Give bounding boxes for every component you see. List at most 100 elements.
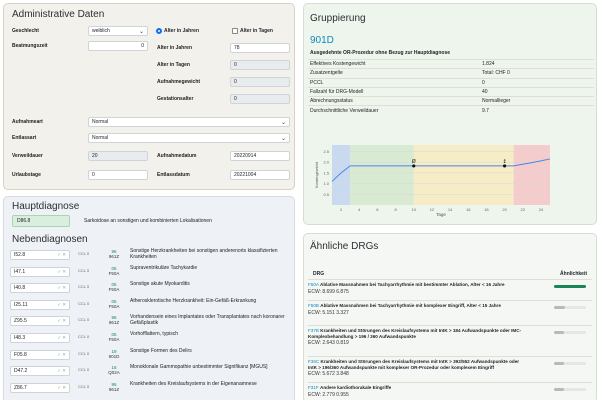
urlaubstage-value: 0: [92, 172, 95, 178]
similar-drg-row[interactable]: F37B Krankheiten und Störungen des Kreis…: [308, 325, 592, 346]
similar-drg-code[interactable]: F50B: [308, 303, 319, 308]
mdc-drg-icon: 05 F50A: [106, 266, 122, 276]
drg-description: Ausgedehnte OR-Prozedur ohne Bezug zur H…: [310, 50, 451, 56]
check-remove-icon[interactable]: ✓ ✕: [57, 385, 66, 391]
beatmung-input[interactable]: 0: [88, 41, 148, 51]
mdc-drg-icon: 05 F50A: [106, 332, 122, 342]
nebendiagnose-text: Monoklonale Gammopathie unbestimmter Sig…: [130, 364, 268, 371]
nebendiagnose-code-input[interactable]: Z95.5 ✓ ✕: [10, 316, 70, 327]
check-remove-icon[interactable]: ✓ ✕: [57, 352, 66, 358]
nebendiagnose-code-input[interactable]: I25.11 ✓ ✕: [10, 299, 70, 310]
alter-tage-checkbox[interactable]: Alter in Tagen: [232, 28, 273, 34]
beatmung-value: 0: [141, 43, 144, 49]
check-remove-icon[interactable]: ✓ ✕: [57, 252, 66, 258]
nebendiagnose-text: Supraventrikuläre Tachykardie: [130, 264, 198, 271]
aufnahmegewicht-input[interactable]: 0: [230, 77, 290, 87]
chart-zone: [413, 145, 514, 205]
nebendiagnose-code-input[interactable]: I48.3 ✓ ✕: [10, 333, 70, 343]
x-tick-label: 2: [340, 207, 343, 212]
similar-drg-code[interactable]: F37B: [308, 328, 319, 333]
similar-drg-row[interactable]: F50B Ablative Massnahmen bei Tachyarrhyt…: [308, 300, 592, 316]
x-tick-label: 10: [412, 207, 417, 212]
verweildauer-value: 20: [92, 153, 98, 159]
nebendiagnose-code-input[interactable]: D47.2 ✓ ✕: [10, 366, 70, 377]
nebendiagnose-code-input[interactable]: I40.8 ✓ ✕: [10, 283, 70, 294]
similar-drg-line: F36C Krankheiten und Störungen des Kreis…: [308, 359, 526, 370]
nebendiagnose-text: Atherosklerotische Herzkrankheit: Ein-Ge…: [130, 297, 257, 304]
grouping-row: Abrechnungsstatus Normallieger: [308, 96, 594, 106]
verweildauer-input[interactable]: 20: [88, 151, 148, 161]
mdc-drg-icon: 96 961Z: [106, 382, 122, 392]
similar-drg-desc: Andere kardiothorakale Eingriffe: [320, 385, 392, 390]
ccl-badge: CCL 0: [78, 367, 90, 373]
similar-drg-row[interactable]: F50A Ablative Massnahmen bei Tachyarrhyt…: [308, 279, 592, 295]
x-tick-label: 14: [448, 207, 453, 212]
grouping-row-value: Total: CHF 0: [480, 68, 594, 79]
similarity-bar-fill: [554, 362, 564, 365]
nebendiagnose-code-input[interactable]: Z86.7 ✓ ✕: [10, 382, 70, 393]
checkbox-icon: [232, 28, 238, 34]
similarity-bar: [554, 331, 586, 334]
urlaubstage-input[interactable]: 0: [88, 170, 148, 180]
nebendiagnose-code: I48.3: [14, 335, 26, 341]
alter-jahre-radio[interactable]: Alter in Jahren: [156, 28, 199, 34]
grouping-row: Durchschnittliche Verweildauer 9.7: [308, 105, 594, 116]
aufnahmedatum-input[interactable]: 20220914: [230, 151, 290, 161]
alter-in-tagen-input[interactable]: 0: [230, 60, 290, 70]
hauptdiagnose-code: D86.8: [17, 218, 31, 224]
alter-in-tagen-value: 0: [234, 62, 237, 68]
entlassdatum-input[interactable]: 20221004: [230, 170, 290, 180]
grouping-row-key: PCCL: [308, 77, 480, 88]
similar-drg-row[interactable]: F36C Krankheiten und Störungen des Kreis…: [308, 356, 592, 377]
similarity-bar: [554, 306, 586, 309]
mdc-drg-icon: 05 F50A: [106, 299, 122, 309]
chart-marker-label: Ø: [412, 158, 416, 165]
x-tick-label: 6: [376, 207, 379, 212]
similar-drg-code[interactable]: F31F: [308, 385, 319, 390]
entlassart-select[interactable]: Normal ⌄: [88, 133, 290, 143]
similar-drg-line: F50A Ablative Massnahmen bei Tachyarrhyt…: [308, 282, 526, 288]
nebendiagnose-code-input[interactable]: I52.8 ✓ ✕: [10, 250, 70, 260]
diagnosis-panel: Hauptdiagnose D86.8 Sarkoidose an sonsti…: [3, 196, 295, 400]
alter-in-jahren-input[interactable]: 78: [230, 43, 290, 53]
grouping-row-key: Zusatzentgelte: [308, 68, 480, 79]
geschlecht-select[interactable]: weiblich ⌄: [88, 26, 148, 36]
similarity-bar-fill: [554, 331, 564, 334]
similar-drg-code[interactable]: F50A: [308, 282, 319, 287]
similar-drg-ecw: ECW: 2.643 0.819: [308, 340, 349, 346]
grouping-row-key: Fallzahl für DRG-Modell: [308, 86, 480, 97]
check-remove-icon[interactable]: ✓ ✕: [57, 318, 66, 324]
x-tick-label: 12: [430, 207, 435, 212]
check-remove-icon[interactable]: ✓ ✕: [57, 335, 66, 341]
gestationsalter-value: 0: [234, 96, 237, 102]
geschlecht-label: Geschlecht: [12, 28, 39, 34]
drg-code-small: F50A: [108, 287, 120, 293]
ccl-badge: CCL 0: [78, 284, 90, 290]
grouping-row-key: Abrechnungsstatus: [308, 96, 480, 106]
similar-drg-code[interactable]: F36C: [308, 359, 319, 364]
similar-drg-line: F31F Andere kardiothorakale Eingriffe: [308, 385, 526, 391]
drg-code-small: F50A: [108, 270, 120, 276]
similar-drg-row[interactable]: F31F Andere kardiothorakale Eingriffe ECW…: [308, 382, 592, 398]
x-tick-label: 24: [539, 207, 544, 212]
similar-drg-ecw: ECW: 5.151 3.327: [308, 309, 349, 316]
chevron-down-icon: ⌄: [280, 135, 286, 142]
aufnahmeart-select[interactable]: Normal ⌄: [88, 117, 290, 127]
y-tick-label: 0.5: [323, 192, 329, 197]
gestationsalter-input[interactable]: 0: [230, 94, 290, 104]
hauptdiagnose-code-box[interactable]: D86.8: [12, 215, 70, 227]
nebendiagnose-row: D47.2 ✓ ✕ CCL 0 16 Q02A Monoklonale Gammopath…: [10, 365, 288, 379]
check-remove-icon[interactable]: ✓ ✕: [57, 269, 66, 275]
nebendiagnose-row: I48.3 ✓ ✕ CCL 0 05 F50A Vorhofflattern, typis…: [10, 331, 288, 346]
y-tick-label: 1.5: [323, 170, 329, 175]
grouping-row: Fallzahl für DRG-Modell 40: [308, 86, 594, 97]
check-remove-icon[interactable]: ✓ ✕: [57, 302, 66, 308]
nebendiagnose-code-input[interactable]: F05.8 ✓ ✕: [10, 349, 70, 360]
check-remove-icon[interactable]: ✓ ✕: [57, 368, 66, 374]
x-tick-label: 16: [466, 207, 471, 212]
nebendiagnose-code-input[interactable]: I47.1 ✓ ✕: [10, 266, 70, 277]
check-remove-icon[interactable]: ✓ ✕: [57, 285, 66, 291]
nebendiagnose-row: Z86.7 ✓ ✕ CCL 0 96 961Z Krankheiten des Kreis…: [10, 381, 288, 396]
grouping-row-value: 9.7: [480, 105, 594, 116]
similarity-bar: [554, 285, 586, 288]
